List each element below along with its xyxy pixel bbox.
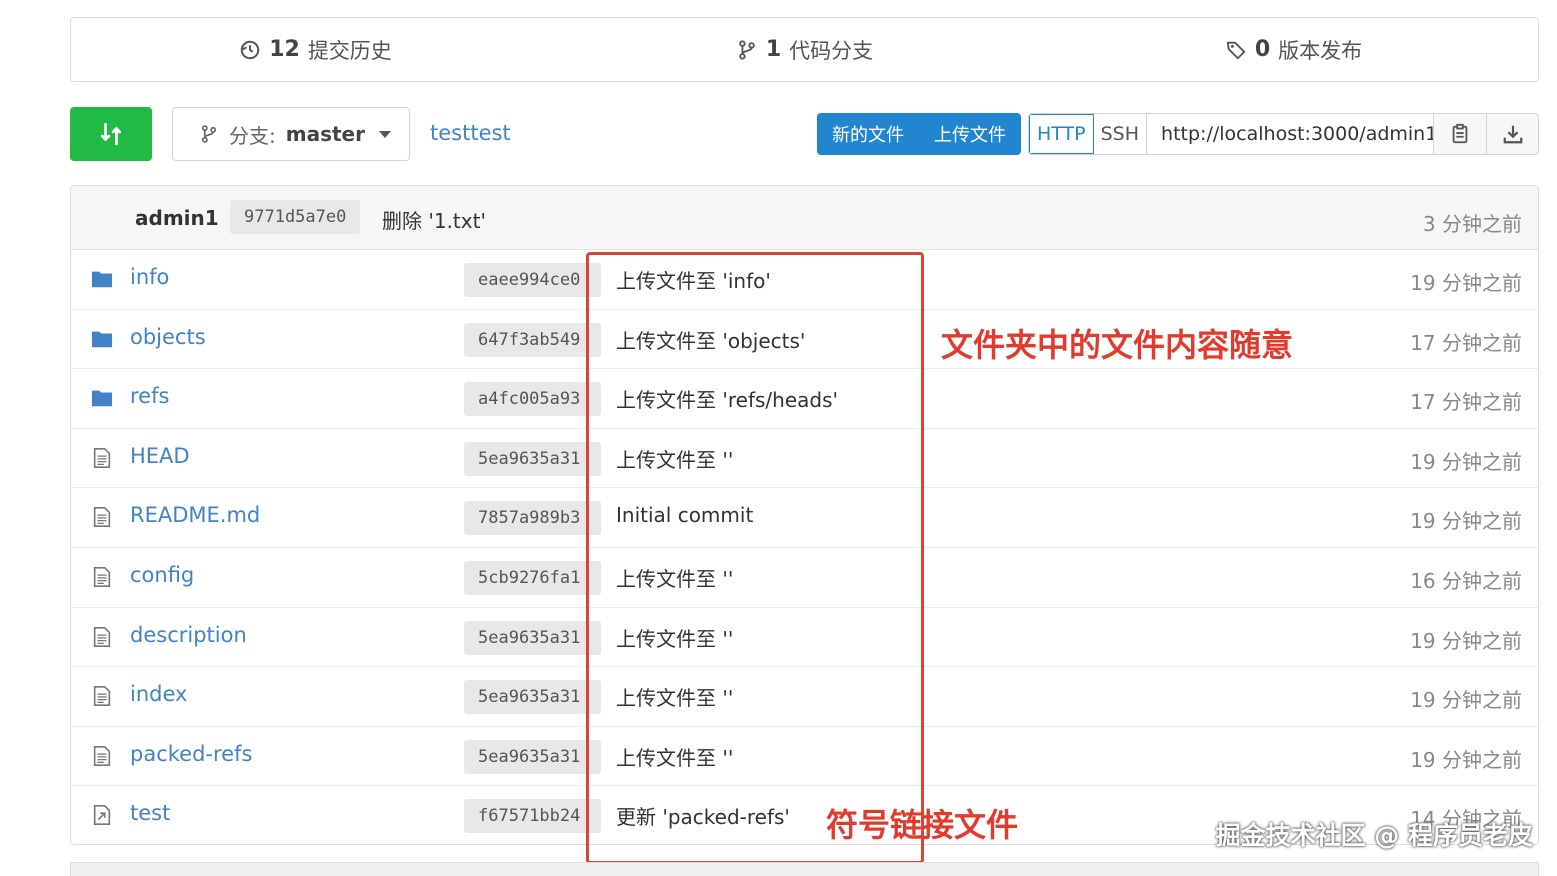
file-commit-sha[interactable]: 5ea9635a31 <box>464 620 601 655</box>
commit-age: 3 分钟之前 <box>1422 212 1522 236</box>
copy-url-button[interactable] <box>1434 114 1486 154</box>
file-name-link[interactable]: info <box>130 265 169 289</box>
file-commit-sha[interactable]: 5ea9635a31 <box>464 680 601 715</box>
file-commit-age: 19 分钟之前 <box>1410 509 1522 534</box>
releases-stat[interactable]: 0 版本发布 <box>1049 18 1538 81</box>
tag-icon <box>1226 41 1246 59</box>
repo-stats-bar: 12 提交历史 1 代码分支 0 版本发布 <box>70 17 1539 82</box>
file-commit-sha[interactable]: 5cb9276fa1 <box>464 560 601 595</box>
branch-name: master <box>285 122 365 146</box>
file-commit-sha[interactable]: 5ea9635a31 <box>464 441 601 476</box>
file-commit-age: 16 分钟之前 <box>1410 568 1522 593</box>
symlink-file-icon <box>93 805 111 826</box>
file-commit-age: 19 分钟之前 <box>1410 747 1522 772</box>
releases-label: 版本发布 <box>1278 38 1363 63</box>
branches-count: 1 <box>765 37 782 62</box>
file-name-link[interactable]: test <box>130 801 170 825</box>
clipboard-icon <box>1452 123 1468 144</box>
branch-dropdown[interactable]: 分支: master <box>172 107 410 161</box>
branch-prefix: 分支: <box>229 123 276 148</box>
highlight-box <box>586 252 924 864</box>
commits-count: 12 <box>269 37 300 62</box>
file-icon <box>93 626 111 647</box>
file-name-link[interactable]: packed-refs <box>130 742 252 766</box>
latest-commit-header: admin1 9771d5a7e0 删除 '1.txt' 3 分钟之前 <box>71 186 1538 250</box>
branches-stat[interactable]: 1 代码分支 <box>560 18 1049 81</box>
file-commit-age: 17 分钟之前 <box>1410 390 1522 415</box>
file-icon <box>93 745 111 766</box>
commits-stat[interactable]: 12 提交历史 <box>71 18 560 81</box>
file-commit-sha[interactable]: f67571bb24 <box>464 799 601 834</box>
file-name-link[interactable]: objects <box>130 325 206 349</box>
file-commit-sha[interactable]: 5ea9635a31 <box>464 739 601 774</box>
folder-icon <box>91 331 113 347</box>
file-actions: 新的文件 上传文件 <box>817 113 1021 155</box>
file-commit-sha[interactable]: 7857a989b3 <box>464 501 601 536</box>
file-commit-age: 19 分钟之前 <box>1410 449 1522 474</box>
file-icon <box>93 686 111 707</box>
ssh-button[interactable]: SSH <box>1094 114 1148 154</box>
file-icon <box>93 507 111 528</box>
file-name-link[interactable]: description <box>130 623 247 647</box>
file-commit-sha[interactable]: a4fc005a93 <box>464 382 601 417</box>
watermark: 掘金技术社区 @ 程序员老皮 <box>1215 821 1533 850</box>
commit-author[interactable]: admin1 <box>135 206 219 230</box>
branch-icon <box>201 125 217 143</box>
file-commit-age: 19 分钟之前 <box>1410 271 1522 295</box>
file-commit-age: 17 分钟之前 <box>1410 330 1522 355</box>
folder-annotation: 文件夹中的文件内容随意 <box>941 326 1294 364</box>
branch-icon <box>739 39 755 60</box>
upload-file-button[interactable]: 上传文件 <box>919 121 1021 147</box>
file-commit-age: 19 分钟之前 <box>1410 688 1522 713</box>
download-button[interactable] <box>1486 114 1538 154</box>
file-name-link[interactable]: README.md <box>130 503 260 527</box>
commit-sha[interactable]: 9771d5a7e0 <box>230 200 361 234</box>
commit-message[interactable]: 删除 '1.txt' <box>382 205 486 234</box>
file-name-link[interactable]: config <box>130 563 194 587</box>
symlink-annotation: 符号链接文件 <box>826 806 1019 844</box>
download-icon <box>1503 125 1522 144</box>
file-icon <box>93 566 111 587</box>
repo-name-link[interactable]: testtest <box>430 121 511 145</box>
file-name-link[interactable]: HEAD <box>130 444 190 468</box>
releases-count: 0 <box>1254 37 1271 62</box>
http-button[interactable]: HTTP <box>1029 114 1094 154</box>
history-icon <box>240 40 260 59</box>
clone-panel: HTTP SSH http://localhost:3000/admin1/te… <box>1028 113 1539 155</box>
file-commit-sha[interactable]: 647f3ab549 <box>464 322 601 357</box>
folder-icon <box>91 271 113 288</box>
commits-label: 提交历史 <box>307 38 392 63</box>
chevron-down-icon <box>378 130 391 138</box>
file-icon <box>93 447 111 468</box>
file-commit-sha[interactable]: eaee994ce0 <box>464 263 601 297</box>
file-commit-age: 19 分钟之前 <box>1410 628 1522 653</box>
clone-url-input[interactable]: http://localhost:3000/admin1/testtest.gi… <box>1147 114 1434 154</box>
branches-label: 代码分支 <box>789 38 874 63</box>
readme-panel-edge <box>70 862 1539 876</box>
file-name-link[interactable]: index <box>130 682 187 706</box>
file-name-link[interactable]: refs <box>130 384 169 408</box>
new-file-button[interactable]: 新的文件 <box>817 121 919 147</box>
repo-toolbar: 分支: master testtest 新的文件 上传文件 HTTP SSH h… <box>70 107 1539 161</box>
compare-icon <box>100 122 122 146</box>
compare-button[interactable] <box>70 107 152 161</box>
folder-icon <box>91 390 113 407</box>
